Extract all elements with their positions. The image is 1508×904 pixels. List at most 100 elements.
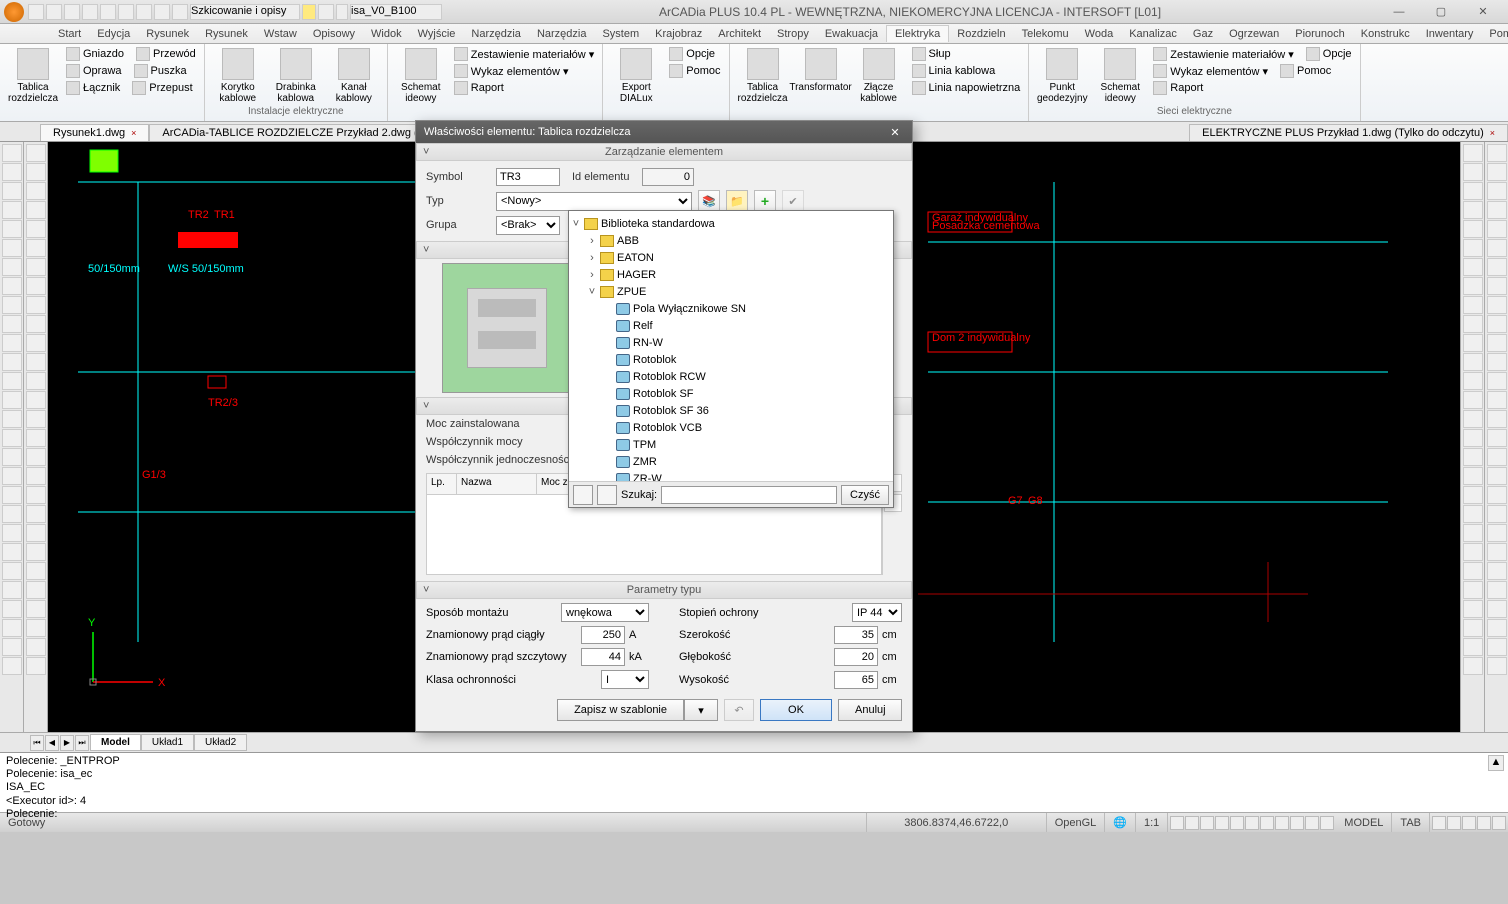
tree-leaf[interactable]: Rotoblok SF 36 — [571, 402, 891, 419]
tool-button[interactable] — [26, 277, 46, 295]
tool-button[interactable] — [2, 258, 22, 276]
menu-item[interactable]: Kanalizac — [1121, 26, 1185, 42]
ribbon-small-button[interactable]: Wykaz elementów ▾ — [452, 63, 571, 79]
tool-button[interactable] — [1487, 505, 1507, 523]
document-tab[interactable]: ELEKTRYCZNE PLUS Przykład 1.dwg (Tylko d… — [1189, 124, 1508, 141]
tool-button[interactable] — [26, 619, 46, 637]
tool-button[interactable] — [1487, 391, 1507, 409]
tab-first-button[interactable]: ⏮ — [30, 735, 44, 751]
tool-button[interactable] — [2, 429, 22, 447]
tool-button[interactable] — [1487, 429, 1507, 447]
maximize-button[interactable]: ▢ — [1420, 2, 1462, 22]
qat-button[interactable] — [318, 4, 334, 20]
tool-button[interactable] — [1487, 144, 1507, 162]
dialog-close-button[interactable]: ✕ — [886, 124, 904, 140]
tool-button[interactable] — [1487, 182, 1507, 200]
tab-next-button[interactable]: ▶ — [60, 735, 74, 751]
tool-button[interactable] — [26, 543, 46, 561]
minimize-button[interactable]: — — [1378, 2, 1420, 22]
tool-button[interactable] — [26, 372, 46, 390]
stopien-dropdown[interactable]: IP 44 — [852, 603, 902, 622]
qat-button[interactable] — [100, 4, 116, 20]
type-dropdown[interactable]: <Nowy> — [496, 192, 692, 211]
ribbon-small-button[interactable]: Przewód — [134, 46, 198, 62]
tab-close-icon[interactable]: × — [131, 128, 136, 138]
tool-button[interactable] — [26, 182, 46, 200]
tool-button[interactable] — [1463, 239, 1483, 257]
klasa-dropdown[interactable]: I — [601, 670, 649, 689]
menu-item[interactable]: Opisowy — [305, 26, 363, 42]
menu-item[interactable]: Edycja — [89, 26, 138, 42]
tool-button[interactable] — [2, 296, 22, 314]
document-tab[interactable]: Rysunek1.dwg× — [40, 124, 149, 141]
ribbon-small-button[interactable]: Opcje — [1304, 46, 1354, 62]
tool-button[interactable] — [2, 277, 22, 295]
tool-button[interactable] — [1487, 410, 1507, 428]
tool-button[interactable] — [1487, 334, 1507, 352]
tool-button[interactable] — [26, 391, 46, 409]
dialog-titlebar[interactable]: Właściwości elementu: Tablica rozdzielcz… — [416, 121, 912, 143]
tool-button[interactable] — [26, 505, 46, 523]
cmd-toggle-button[interactable]: ▲ — [1488, 755, 1504, 771]
qat-button[interactable] — [46, 4, 62, 20]
tool-button[interactable] — [1487, 315, 1507, 333]
tool-button[interactable] — [26, 315, 46, 333]
tree-leaf[interactable]: Rotoblok VCB — [571, 419, 891, 436]
ribbon-small-button[interactable]: Linia kablowa — [910, 63, 998, 79]
szer-input[interactable] — [834, 626, 878, 644]
ribbon-small-button[interactable]: Zestawienie materiałów ▾ — [1151, 46, 1296, 62]
layout-tab-model[interactable]: Model — [90, 734, 141, 751]
tool-button[interactable] — [1463, 619, 1483, 637]
layout-tab-2[interactable]: Układ2 — [194, 734, 247, 751]
menu-item[interactable]: Inwentary — [1418, 26, 1482, 42]
tool-button[interactable] — [26, 296, 46, 314]
menu-item[interactable]: Widok — [363, 26, 410, 42]
section-header-manage[interactable]: ˅Zarządzanie elementem — [416, 143, 912, 161]
tree-leaf[interactable]: Pola Wyłącznikowe SN — [571, 300, 891, 317]
tool-button[interactable] — [2, 524, 22, 542]
tool-button[interactable] — [2, 391, 22, 409]
tree-leaf[interactable]: Rotoblok SF — [571, 385, 891, 402]
tool-button[interactable] — [26, 638, 46, 656]
tool-button[interactable] — [2, 543, 22, 561]
tool-button[interactable] — [1463, 486, 1483, 504]
tree-expand-button[interactable] — [573, 485, 593, 505]
ribbon-large-button[interactable]: Export DIALux — [609, 46, 663, 106]
tool-button[interactable] — [26, 353, 46, 371]
ribbon-small-button[interactable]: Puszka — [132, 63, 189, 79]
tool-button[interactable] — [1463, 600, 1483, 618]
layout-tab-1[interactable]: Układ1 — [141, 734, 194, 751]
tree-leaf[interactable]: Rotoblok — [571, 351, 891, 368]
tool-button[interactable] — [1487, 296, 1507, 314]
tool-button[interactable] — [1487, 467, 1507, 485]
ribbon-small-button[interactable]: Gniazdo — [64, 46, 126, 62]
tool-button[interactable] — [26, 657, 46, 675]
tree-folder[interactable]: ˅ZPUE — [571, 283, 891, 300]
tool-button[interactable] — [1463, 448, 1483, 466]
ribbon-large-button[interactable]: Schemat ideowy — [1093, 46, 1147, 106]
tool-button[interactable] — [1487, 448, 1507, 466]
tool-button[interactable] — [1487, 562, 1507, 580]
tool-button[interactable] — [26, 581, 46, 599]
tool-button[interactable] — [1463, 353, 1483, 371]
menu-item[interactable]: Start — [50, 26, 89, 42]
tree-leaf[interactable]: ZR-W — [571, 470, 891, 481]
menu-item[interactable]: Wyjście — [410, 26, 464, 42]
ribbon-small-button[interactable]: Raport — [452, 80, 506, 96]
tool-button[interactable] — [1463, 201, 1483, 219]
tool-button[interactable] — [1487, 353, 1507, 371]
search-input[interactable] — [661, 486, 837, 504]
tool-button[interactable] — [1463, 372, 1483, 390]
tool-button[interactable] — [2, 448, 22, 466]
tool-button[interactable] — [1487, 258, 1507, 276]
tool-button[interactable] — [2, 182, 22, 200]
qat-button[interactable] — [64, 4, 80, 20]
section-header-type-params[interactable]: ˅Parametry typu — [416, 581, 912, 599]
menu-item[interactable]: Ewakuacja — [817, 26, 886, 42]
tool-button[interactable] — [2, 144, 22, 162]
save-template-dropdown[interactable]: ▾ — [684, 699, 718, 721]
menu-item[interactable]: Narzędzia — [529, 26, 595, 42]
type-library-button[interactable]: 📚 — [698, 190, 720, 212]
tool-button[interactable] — [1463, 163, 1483, 181]
tool-button[interactable] — [1487, 239, 1507, 257]
